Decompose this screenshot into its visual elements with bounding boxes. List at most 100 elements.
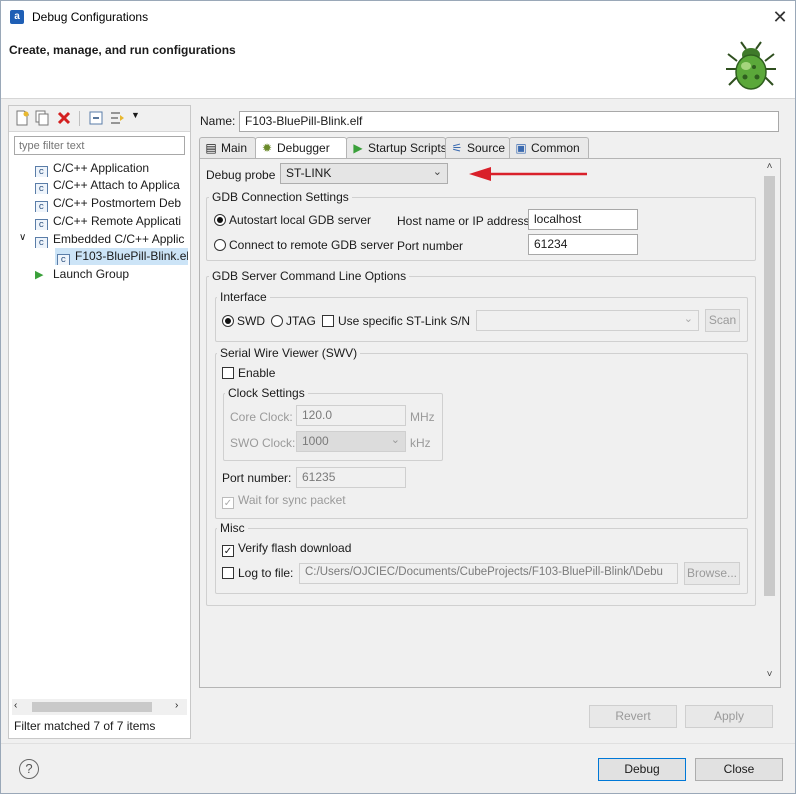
delete-configuration-icon[interactable] [56, 110, 72, 126]
interface-title: Interface [217, 290, 270, 304]
tree-item-label: C/C++ Attach to Applica [53, 178, 180, 192]
tree-item-label: C/C++ Postmortem Deb [53, 196, 182, 210]
scroll-up-arrow-icon[interactable]: ˄ [761, 161, 778, 172]
help-icon[interactable]: ? [19, 759, 39, 779]
configuration-tree-pane: ▼ c C/C++ Application c C/C++ Attach to Ap… [8, 105, 191, 739]
duplicate-configuration-icon[interactable] [34, 110, 50, 126]
tab-main[interactable]: ▤ Main [199, 137, 256, 159]
content-vertical-scrollbar[interactable]: ˄ ˅ [761, 160, 778, 685]
connect-remote-radio[interactable]: Connect to remote GDB server [214, 238, 394, 252]
swd-radio[interactable]: SWD [222, 314, 265, 328]
debug-bug-icon [726, 41, 776, 90]
tree-item-launch-group[interactable]: ▶ Launch Group [35, 266, 129, 283]
toolbar-separator [79, 111, 80, 126]
close-window-button[interactable]: ✕ [767, 4, 793, 30]
checkbox-unchecked-icon [222, 367, 234, 379]
tab-debugger[interactable]: ✹ Debugger [255, 137, 347, 160]
window-title: Debug Configurations [32, 10, 149, 24]
swo-clock-select: 1000 ⌄ [296, 431, 406, 452]
debug-button[interactable]: Debug [598, 758, 686, 781]
tab-label: Main [221, 141, 248, 155]
core-clock-unit: MHz [410, 410, 435, 424]
wait-sync-checkbox: ✓ Wait for sync packet [222, 493, 346, 509]
tree-item-f103-bluepill-blink[interactable]: c F103-BluePill-Blink.elf [55, 248, 188, 265]
tree-item-cpp-application[interactable]: c C/C++ Application [35, 160, 149, 177]
collapse-all-icon[interactable] [88, 110, 104, 126]
host-name-input[interactable]: localhost [528, 209, 638, 230]
gdb-server-options-title: GDB Server Command Line Options [209, 269, 410, 283]
tree-item-cpp-attach[interactable]: c C/C++ Attach to Applica [35, 177, 188, 194]
filter-menu-chevron-icon[interactable]: ▼ [131, 110, 140, 120]
tree-item-cpp-remote[interactable]: c C/C++ Remote Applicati [35, 213, 188, 230]
swo-clock-label: SWO Clock: [230, 436, 296, 450]
checkbox-checked-icon: ✓ [222, 545, 234, 557]
tree-item-label: Embedded C/C++ Applic [53, 232, 185, 246]
autostart-radio[interactable]: Autostart local GDB server [214, 213, 371, 227]
log-to-file-checkbox[interactable]: Log to file: [222, 566, 293, 580]
revert-button: Revert [589, 705, 677, 728]
annotation-arrow-icon [469, 167, 587, 181]
port-number-label: Port number [397, 239, 464, 253]
tab-startup-scripts[interactable]: ▶ Startup Scripts [346, 137, 447, 159]
apply-button: Apply [685, 705, 773, 728]
new-configuration-icon[interactable] [14, 110, 30, 126]
tree-item-embedded-cpp[interactable]: c Embedded C/C++ Applic [35, 231, 188, 248]
tab-common[interactable]: ▣ Common [509, 137, 589, 159]
misc-title: Misc [217, 521, 248, 535]
tree-item-label: C/C++ Remote Applicati [53, 214, 182, 228]
wait-sync-label: Wait for sync packet [238, 493, 346, 507]
debug-configurations-window: a Debug Configurations ✕ Create, manage,… [0, 0, 796, 794]
title-bar: a Debug Configurations ✕ [1, 1, 795, 33]
filter-input[interactable] [14, 136, 185, 155]
debug-probe-select[interactable]: ST-LINK ⌄ [280, 163, 448, 184]
debug-probe-label: Debug probe [206, 168, 276, 182]
log-file-path-input: C:/Users/OJCIEC/Documents/CubeProjects/F… [299, 563, 678, 584]
close-button[interactable]: Close [695, 758, 783, 781]
chevron-down-icon: ⌄ [683, 313, 693, 325]
verify-flash-checkbox[interactable]: ✓ Verify flash download [222, 541, 351, 557]
scroll-down-arrow-icon[interactable]: ˅ [761, 669, 778, 680]
scrollbar-thumb[interactable] [764, 176, 775, 596]
header-title: Create, manage, and run configurations [9, 43, 236, 57]
filter-configurations-icon[interactable] [110, 110, 126, 126]
swv-port-input: 61235 [296, 467, 406, 488]
use-specific-sn-checkbox[interactable]: Use specific ST-Link S/N [322, 314, 470, 328]
tree-item-label: C/C++ Application [53, 161, 150, 175]
scroll-left-arrow-icon[interactable]: ‹ [14, 700, 17, 711]
jtag-label: JTAG [286, 314, 316, 328]
c-config-icon: c [35, 201, 48, 212]
scan-button: Scan [705, 309, 740, 332]
swv-title: Serial Wire Viewer (SWV) [217, 346, 361, 360]
tab-label: Common [531, 141, 580, 155]
browse-button: Browse... [684, 562, 740, 585]
host-name-label: Host name or IP address [397, 214, 530, 228]
tree-horizontal-scrollbar[interactable]: ‹ › [12, 699, 187, 715]
swd-label: SWD [237, 314, 265, 328]
tree-item-label: F103-BluePill-Blink.elf [75, 249, 188, 263]
checkbox-unchecked-icon [322, 315, 334, 327]
clock-settings-title: Clock Settings [225, 386, 308, 400]
scroll-right-arrow-icon[interactable]: › [175, 700, 178, 711]
left-toolbar: ▼ [9, 106, 190, 132]
bug-icon: ✹ [261, 141, 273, 155]
scrollbar-thumb[interactable] [32, 702, 152, 712]
radio-unselected-icon [214, 239, 226, 251]
app-icon: a [10, 10, 24, 24]
checkbox-checked-icon: ✓ [222, 497, 234, 509]
jtag-radio[interactable]: JTAG [271, 314, 316, 328]
swv-enable-checkbox[interactable]: Enable [222, 366, 275, 380]
chevron-down-icon: ⌄ [432, 166, 442, 178]
c-config-icon: c [35, 237, 48, 248]
tree-item-cpp-postmortem[interactable]: c C/C++ Postmortem Deb [35, 195, 188, 212]
expand-chevron-icon[interactable]: ∨ [19, 232, 26, 243]
port-number-input[interactable]: 61234 [528, 234, 638, 255]
tab-source[interactable]: ⚟ Source [445, 137, 510, 159]
swo-clock-value: 1000 [302, 434, 329, 448]
connect-remote-label: Connect to remote GDB server [229, 238, 394, 252]
autostart-label: Autostart local GDB server [229, 213, 372, 227]
radio-selected-icon [214, 214, 226, 226]
verify-flash-label: Verify flash download [238, 541, 352, 555]
configuration-name-input[interactable]: F103-BluePill-Blink.elf [239, 111, 779, 132]
common-icon: ▣ [515, 141, 527, 155]
swv-port-label: Port number: [222, 471, 292, 485]
